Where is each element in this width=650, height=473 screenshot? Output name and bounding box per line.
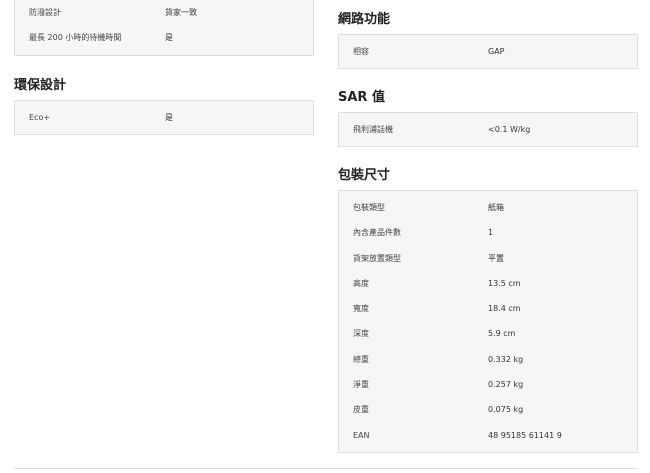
spec-row-shelf-type: 貨架放置類型 平置: [339, 246, 637, 271]
spec-value: 0.257 kg: [488, 380, 524, 390]
spec-label: 最長 200 小時的待機時間: [29, 33, 122, 43]
spec-row-ean: EAN 48 95185 61141 9: [339, 423, 637, 448]
spec-value: 13.5 cm: [488, 278, 521, 288]
spec-value: GAP: [488, 47, 505, 56]
spec-value: 0.332 kg: [488, 354, 524, 364]
spec-row-compat: 相容 GAP: [339, 39, 637, 64]
spec-row-width: 寬度 18.4 cm: [339, 296, 637, 321]
spec-value: 紙箱: [488, 203, 504, 212]
spec-label: 相容: [353, 47, 369, 56]
bottom-divider: [14, 468, 638, 469]
spec-label: Eco+: [29, 113, 51, 122]
eco-design-title: 環保設計: [14, 78, 67, 93]
spec-row-tare-weight: 皮重 0.075 kg: [339, 397, 637, 422]
spec-label: 總重: [353, 354, 369, 364]
spec-page: 防潑設計 貨家一致 最長 200 小時的待機時間 是 環保設計 Eco+ 是 網…: [0, 0, 650, 473]
spec-value: 1: [488, 228, 494, 238]
eco-spec-panel: Eco+ 是: [14, 100, 314, 135]
spec-label: 內含產品件數: [353, 228, 401, 238]
spec-row-net-weight: 淨重 0.257 kg: [339, 372, 637, 397]
spec-label: EAN: [353, 430, 370, 440]
spec-value: 18.4 cm: [488, 304, 521, 314]
spec-value: 平置: [488, 253, 504, 263]
spec-row-product-count: 內含產品件數 1: [339, 220, 637, 245]
spec-value: 是: [165, 33, 173, 43]
spec-row-gross-weight: 總重 0.332 kg: [339, 347, 637, 372]
spec-label: 淨重: [353, 380, 369, 390]
spec-label: 包裝類型: [353, 203, 385, 212]
spec-value: 0.075 kg: [488, 405, 524, 415]
package-spec-panel: 包裝類型 紙箱 內含產品件數 1 貨架放置類型 平置 高度 13.5 cm 寬度…: [338, 190, 638, 453]
spec-row-depth: 深度 5.9 cm: [339, 321, 637, 346]
spec-value: 48 95185 61141 9: [488, 430, 562, 440]
spec-row-package-type: 包裝類型 紙箱: [339, 195, 637, 220]
spec-row-splash: 防潑設計 貨家一致: [15, 0, 313, 25]
network-title: 網路功能: [338, 12, 391, 27]
spec-label: 飛利浦話機: [353, 125, 393, 134]
spec-row-eco: Eco+ 是: [15, 105, 313, 130]
spec-row-sar: 飛利浦話機 <0.1 W/kg: [339, 117, 637, 142]
spec-label: 防潑設計: [29, 8, 61, 17]
spec-row-standby: 最長 200 小時的待機時間 是: [15, 25, 313, 50]
spec-row-height: 高度 13.5 cm: [339, 271, 637, 296]
network-spec-panel: 相容 GAP: [338, 34, 638, 69]
package-title: 包裝尺寸: [338, 168, 391, 183]
spec-label: 深度: [353, 329, 369, 339]
design-spec-panel: 防潑設計 貨家一致 最長 200 小時的待機時間 是: [14, 0, 314, 56]
sar-title: SAR 值: [338, 90, 385, 105]
spec-value: 是: [165, 113, 173, 122]
spec-value: 5.9 cm: [488, 329, 516, 339]
spec-label: 皮重: [353, 405, 369, 415]
spec-label: 高度: [353, 278, 369, 288]
sar-spec-panel: 飛利浦話機 <0.1 W/kg: [338, 112, 638, 147]
spec-value: <0.1 W/kg: [488, 125, 531, 134]
spec-label: 貨架放置類型: [353, 253, 401, 263]
spec-label: 寬度: [353, 304, 369, 314]
spec-value: 貨家一致: [165, 8, 197, 17]
